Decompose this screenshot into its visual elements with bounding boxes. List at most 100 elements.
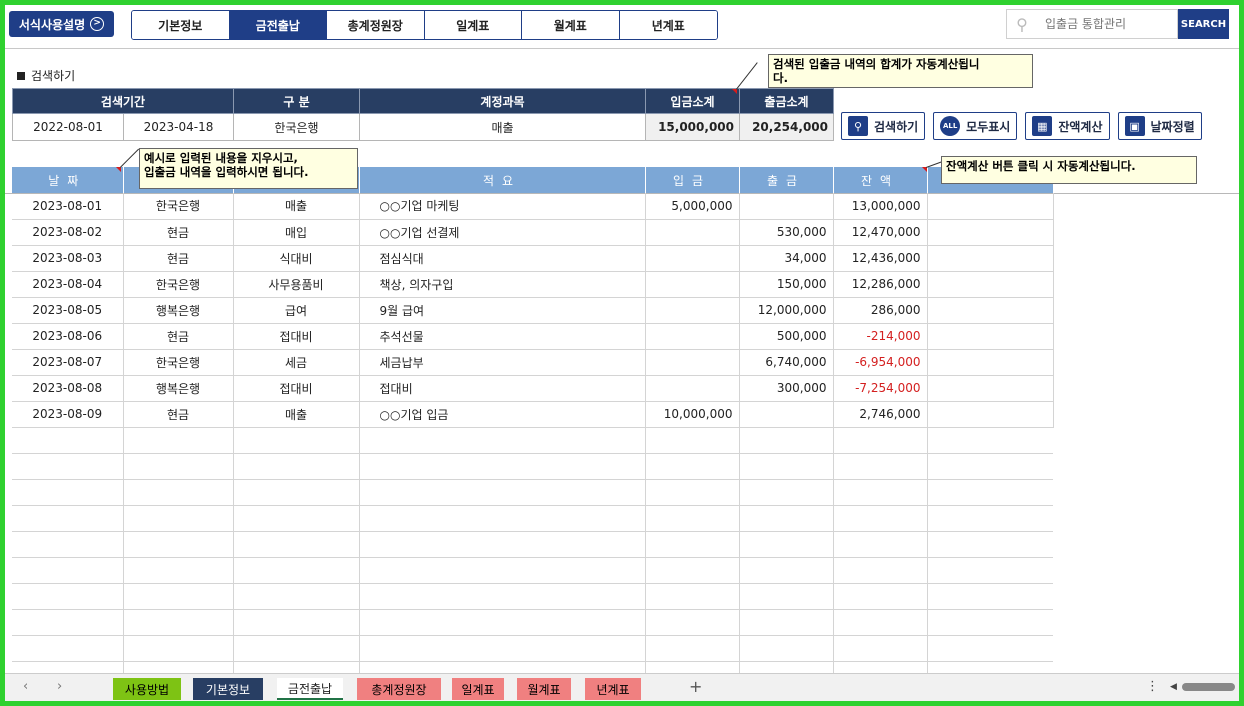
deposit-cell[interactable]	[645, 375, 740, 402]
memo-cell[interactable]: ○○기업 입금	[359, 401, 646, 428]
empty-cell[interactable]	[359, 557, 646, 584]
withdraw-cell[interactable]	[739, 193, 834, 220]
memo-cell[interactable]: 접대비	[359, 375, 646, 402]
empty-cell[interactable]	[233, 635, 360, 662]
empty-cell[interactable]	[833, 427, 928, 454]
empty-cell[interactable]	[359, 427, 646, 454]
date-cell[interactable]: 2023-08-07	[12, 349, 124, 376]
empty-cell[interactable]	[123, 479, 234, 506]
empty-cell[interactable]	[739, 635, 834, 662]
sheet-tab[interactable]: 일계표	[452, 678, 504, 700]
withdraw-cell[interactable]: 500,000	[739, 323, 834, 350]
empty-cell[interactable]	[12, 635, 124, 662]
account-cell[interactable]: 세금	[233, 349, 360, 376]
empty-cell[interactable]	[359, 531, 646, 558]
empty-cell[interactable]	[927, 271, 1054, 298]
account-cell[interactable]: 접대비	[233, 375, 360, 402]
empty-cell[interactable]	[233, 479, 360, 506]
memo-cell[interactable]: 추석선물	[359, 323, 646, 350]
account-cell[interactable]: 매출	[233, 193, 360, 220]
date-cell[interactable]: 2023-08-08	[12, 375, 124, 402]
balance-cell[interactable]: -214,000	[833, 323, 928, 350]
account-cell[interactable]: 매입	[233, 219, 360, 246]
empty-cell[interactable]	[833, 453, 928, 480]
empty-cell[interactable]	[833, 505, 928, 532]
empty-cell[interactable]	[645, 583, 740, 610]
empty-cell[interactable]	[123, 531, 234, 558]
deposit-cell[interactable]	[645, 271, 740, 298]
empty-cell[interactable]	[359, 479, 646, 506]
balance-cell[interactable]: 12,436,000	[833, 245, 928, 272]
empty-cell[interactable]	[927, 505, 1053, 532]
empty-cell[interactable]	[233, 583, 360, 610]
account-cell[interactable]: 매출	[359, 113, 646, 141]
empty-cell[interactable]	[12, 427, 124, 454]
empty-cell[interactable]	[123, 453, 234, 480]
empty-cell[interactable]	[927, 401, 1054, 428]
chevron-right-icon[interactable]: ›	[57, 679, 62, 694]
sheet-tab[interactable]: 금전출납	[277, 678, 343, 700]
empty-cell[interactable]	[645, 557, 740, 584]
empty-cell[interactable]	[927, 323, 1054, 350]
sheet-tab[interactable]: 기본정보	[193, 678, 263, 700]
empty-cell[interactable]	[927, 479, 1053, 506]
memo-cell[interactable]: 책상, 의자구입	[359, 271, 646, 298]
empty-cell[interactable]	[927, 245, 1054, 272]
chevron-left-icon[interactable]: ‹	[23, 679, 28, 694]
empty-cell[interactable]	[233, 427, 360, 454]
empty-cell[interactable]	[12, 557, 124, 584]
search-input[interactable]	[1037, 17, 1173, 31]
date-cell[interactable]: 2023-08-02	[12, 219, 124, 246]
memo-cell[interactable]: 9월 급여	[359, 297, 646, 324]
deposit-cell[interactable]: 5,000,000	[645, 193, 740, 220]
balance-cell[interactable]: -6,954,000	[833, 349, 928, 376]
withdraw-cell[interactable]: 12,000,000	[739, 297, 834, 324]
empty-cell[interactable]	[927, 427, 1053, 454]
balance-cell[interactable]: 12,286,000	[833, 271, 928, 298]
category-cell[interactable]: 한국은행	[123, 349, 234, 376]
empty-cell[interactable]	[645, 531, 740, 558]
nav-tab[interactable]: 금전출납	[229, 11, 327, 39]
empty-cell[interactable]	[359, 453, 646, 480]
balance-cell[interactable]: 12,470,000	[833, 219, 928, 246]
empty-cell[interactable]	[12, 609, 124, 636]
account-cell[interactable]: 매출	[233, 401, 360, 428]
sheet-tab[interactable]: 총계정원장	[357, 678, 441, 700]
empty-cell[interactable]	[739, 609, 834, 636]
date-cell[interactable]: 2023-08-09	[12, 401, 124, 428]
scroll-left-icon[interactable]: ◀	[1170, 682, 1177, 692]
empty-cell[interactable]	[123, 557, 234, 584]
start-date-cell[interactable]: 2022-08-01	[12, 113, 124, 141]
nav-tab[interactable]: 총계정원장	[327, 11, 425, 39]
empty-cell[interactable]	[645, 453, 740, 480]
category-cell[interactable]: 행복은행	[123, 297, 234, 324]
deposit-cell[interactable]	[645, 245, 740, 272]
empty-cell[interactable]	[739, 505, 834, 532]
empty-cell[interactable]	[927, 531, 1053, 558]
empty-cell[interactable]	[833, 609, 928, 636]
date-cell[interactable]: 2023-08-03	[12, 245, 124, 272]
date-cell[interactable]: 2023-08-06	[12, 323, 124, 350]
empty-cell[interactable]	[927, 583, 1053, 610]
empty-cell[interactable]	[233, 557, 360, 584]
empty-cell[interactable]	[833, 531, 928, 558]
empty-cell[interactable]	[833, 635, 928, 662]
balance-cell[interactable]: 13,000,000	[833, 193, 928, 220]
category-cell[interactable]: 한국은행	[123, 271, 234, 298]
empty-cell[interactable]	[927, 609, 1053, 636]
empty-cell[interactable]	[927, 193, 1054, 220]
withdraw-cell[interactable]: 6,740,000	[739, 349, 834, 376]
category-cell[interactable]: 현금	[123, 219, 234, 246]
empty-cell[interactable]	[927, 349, 1054, 376]
memo-cell[interactable]: ○○기업 선결제	[359, 219, 646, 246]
empty-cell[interactable]	[359, 635, 646, 662]
deposit-cell[interactable]	[645, 297, 740, 324]
empty-cell[interactable]	[645, 609, 740, 636]
empty-cell[interactable]	[645, 635, 740, 662]
end-date-cell[interactable]: 2023-04-18	[123, 113, 234, 141]
empty-cell[interactable]	[739, 479, 834, 506]
date-cell[interactable]: 2023-08-04	[12, 271, 124, 298]
more-options-icon[interactable]: ⋮	[1146, 679, 1159, 694]
memo-cell[interactable]: 점심식대	[359, 245, 646, 272]
date-sort-button[interactable]: ▣ 날짜정렬	[1117, 112, 1202, 140]
